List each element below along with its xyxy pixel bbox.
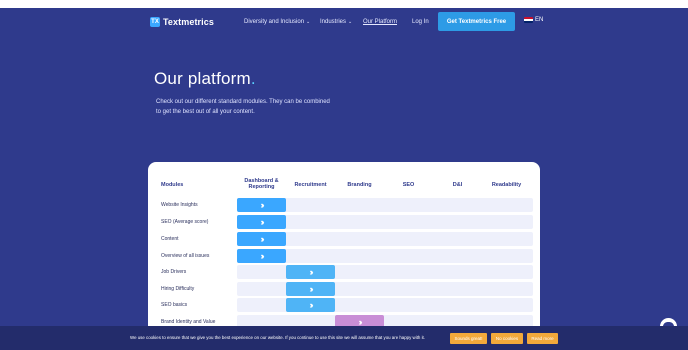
column-header-readability: Readability [491, 182, 522, 188]
page-subtitle: Check out our different standard modules… [156, 99, 330, 115]
nav-label: Log In [412, 19, 429, 25]
double-chevron-right-icon[interactable]: ›› [237, 249, 286, 263]
column-header-dashboard-reporting: Dashboard & Reporting [237, 178, 286, 190]
column-header-label: Dashboard & Reporting [244, 178, 279, 190]
nav-label: Industries [320, 19, 347, 25]
double-chevron-right-icon[interactable]: ›› [286, 265, 335, 279]
column-header-branding: Branding [347, 182, 372, 188]
row-track: ›› [237, 298, 533, 312]
table-row: SEO (Average score) ›› [156, 215, 533, 229]
cookie-banner: We use cookies to ensure that we give yo… [0, 326, 688, 350]
uk-flag-icon [524, 17, 533, 23]
nav-our-platform[interactable]: Our Platform [363, 17, 397, 27]
table-row: Job Drivers ›› [156, 265, 533, 279]
chevron-down-icon: ⌄ [348, 19, 353, 25]
column-header-modules: Modules [161, 182, 184, 188]
table-row: Content ›› [156, 232, 533, 246]
language-selector[interactable]: EN [524, 17, 543, 23]
title-dot: . [250, 69, 256, 88]
row-track: ›› [237, 282, 533, 296]
row-track: ›› [237, 198, 533, 212]
cookie-text: We use cookies to ensure that we give yo… [130, 335, 425, 340]
module-label: SEO basics [161, 302, 188, 308]
sounds-great-button[interactable]: Sounds great! [450, 333, 487, 344]
page-background: TX Textmetrics Diversity and Inclusion ⌄… [0, 8, 688, 350]
module-label: Overview of all issues [161, 253, 210, 259]
logo-text: Textmetrics [163, 17, 214, 27]
logo-mark-icon: TX [150, 17, 160, 27]
get-textmetrics-free-button[interactable]: Get Textmetrics Free [438, 12, 515, 31]
module-label: Content [161, 236, 179, 242]
module-label: Website Insights [161, 202, 198, 208]
nav-industries[interactable]: Industries ⌄ [320, 17, 352, 27]
page-title-text: Our platform [154, 69, 251, 88]
double-chevron-right-icon[interactable]: ›› [286, 282, 335, 296]
module-label: SEO (Average score) [161, 219, 209, 225]
nav-diversity-and-inclusion[interactable]: Diversity and Inclusion ⌄ [244, 17, 310, 27]
table-row: SEO basics ›› [156, 298, 533, 312]
table-row: Hiring Difficulty ›› [156, 282, 533, 296]
double-chevron-right-icon[interactable]: ›› [237, 232, 286, 246]
nav-log-in[interactable]: Log In [412, 17, 429, 27]
double-chevron-right-icon[interactable]: ›› [286, 298, 335, 312]
table-row: Overview of all issues ›› [156, 249, 533, 263]
modules-table: Modules Dashboard & Reporting Recruitmen… [148, 162, 540, 350]
module-label: Hiring Difficulty [161, 286, 195, 292]
table-row: Website Insights ›› [156, 198, 533, 212]
nav-label: Our Platform [363, 19, 398, 25]
nav-label: Diversity and Inclusion [244, 19, 305, 25]
module-label: Job Drivers [161, 269, 187, 275]
module-label: Brand Identity and Value [161, 319, 216, 325]
logo[interactable]: TX Textmetrics [150, 16, 214, 28]
row-track: ›› [237, 265, 533, 279]
chevron-down-icon: ⌄ [306, 19, 311, 25]
read-more-button[interactable]: Read more [527, 333, 558, 344]
no-cookies-button[interactable]: No cookies [491, 333, 523, 344]
column-header-seo: SEO [402, 182, 415, 188]
row-track: ›› [237, 249, 533, 263]
column-header-di: D&I [452, 182, 463, 188]
double-chevron-right-icon[interactable]: ›› [237, 198, 286, 212]
page-title: Our platform. [154, 69, 256, 89]
row-track: ›› [237, 232, 533, 246]
column-header-recruitment: Recruitment [294, 182, 327, 188]
row-track: ›› [237, 215, 533, 229]
language-label: EN [535, 17, 544, 23]
double-chevron-right-icon[interactable]: ›› [237, 215, 286, 229]
